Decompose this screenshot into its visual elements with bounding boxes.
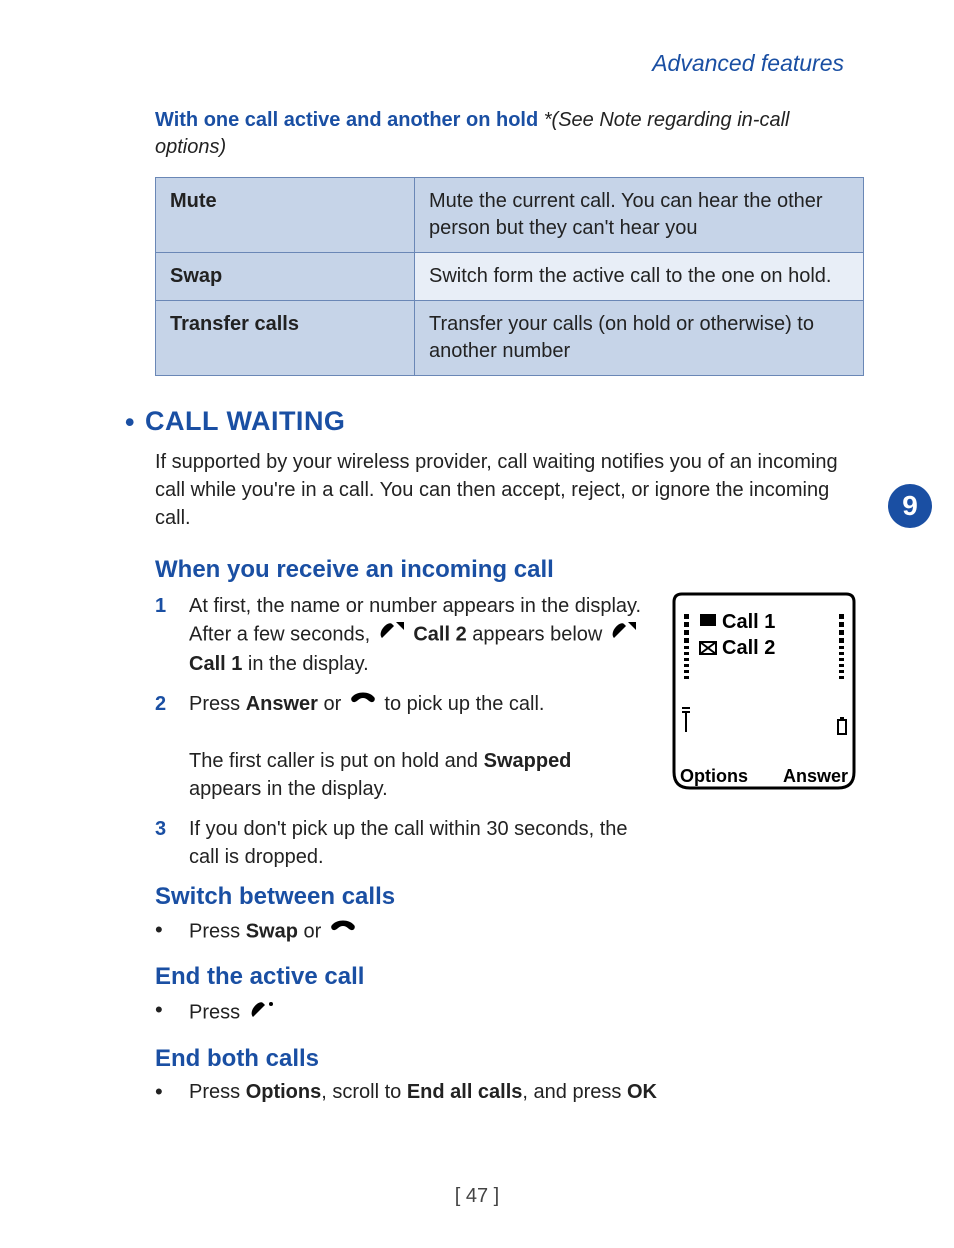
- phone-pickup-icon: [349, 691, 377, 719]
- call-waiting-body: If supported by your wireless provider, …: [155, 448, 864, 532]
- step-number: 1: [155, 592, 175, 678]
- phone-pickup-icon: [329, 919, 357, 945]
- bullet-icon: •: [155, 999, 175, 1027]
- bullet-icon: •: [155, 919, 175, 945]
- phone-hangup-icon: [248, 999, 278, 1027]
- heading-switch-calls: Switch between calls: [155, 883, 864, 911]
- heading-receive-incoming: When you receive an incoming call: [155, 556, 864, 584]
- table-row: Swap Switch form the active call to the …: [156, 253, 864, 301]
- intro-bold: With one call active and another on hold: [155, 109, 538, 131]
- item-text: Press Options, scroll to End all calls, …: [189, 1081, 864, 1104]
- table-val: Mute the current call. You can hear the …: [415, 178, 864, 253]
- step-number: 3: [155, 815, 175, 871]
- table-key: Transfer calls: [156, 301, 415, 376]
- table-val: Switch form the active call to the one o…: [415, 253, 864, 301]
- figure-call2-label: Call 2: [722, 637, 775, 659]
- intro-line: With one call active and another on hold…: [155, 107, 864, 161]
- table-val: Transfer your calls (on hold or otherwis…: [415, 301, 864, 376]
- bullet-icon: •: [125, 407, 135, 438]
- item-text: Press Swap or: [189, 919, 864, 945]
- phone-outgoing-icon: [610, 620, 638, 650]
- item-text: Press: [189, 999, 864, 1027]
- phone-outgoing-icon: [378, 620, 406, 650]
- step-text: If you don't pick up the call within 30 …: [189, 815, 646, 871]
- table-row: Mute Mute the current call. You can hear…: [156, 178, 864, 253]
- step-text: At first, the name or number appears in …: [189, 592, 646, 678]
- call-options-table: Mute Mute the current call. You can hear…: [155, 177, 864, 376]
- list-item: 2 Press Answer or to pick up the call. T…: [155, 690, 646, 803]
- heading-end-both: End both calls: [155, 1045, 864, 1073]
- heading-call-waiting: •CALL WAITING: [155, 406, 864, 438]
- figure-softkey-left: Options: [680, 766, 748, 786]
- table-key: Mute: [156, 178, 415, 253]
- phone-screen-figure: Call 1 Call 2 Options Answer: [664, 592, 864, 792]
- page-number: [ 47 ]: [0, 1185, 954, 1208]
- chapter-number-badge: 9: [888, 484, 932, 528]
- list-item: • Press Swap or: [155, 919, 864, 945]
- figure-call1-label: Call 1: [722, 611, 775, 633]
- section-header: Advanced features: [155, 50, 864, 77]
- list-item: 1 At first, the name or number appears i…: [155, 592, 646, 678]
- list-item: • Press: [155, 999, 864, 1027]
- heading-text: CALL WAITING: [145, 406, 345, 436]
- table-key: Swap: [156, 253, 415, 301]
- bullet-list: • Press Options, scroll to End all calls…: [155, 1081, 864, 1104]
- bullet-list: • Press: [155, 999, 864, 1027]
- list-item: 3 If you don't pick up the call within 3…: [155, 815, 646, 871]
- step-text: Press Answer or to pick up the call. The…: [189, 690, 646, 803]
- figure-softkey-right: Answer: [783, 766, 848, 786]
- table-row: Transfer calls Transfer your calls (on h…: [156, 301, 864, 376]
- bullet-icon: •: [155, 1081, 175, 1104]
- heading-end-active: End the active call: [155, 963, 864, 991]
- bullet-list: • Press Swap or: [155, 919, 864, 945]
- steps-list: 1 At first, the name or number appears i…: [155, 592, 646, 871]
- list-item: • Press Options, scroll to End all calls…: [155, 1081, 864, 1104]
- step-number: 2: [155, 690, 175, 803]
